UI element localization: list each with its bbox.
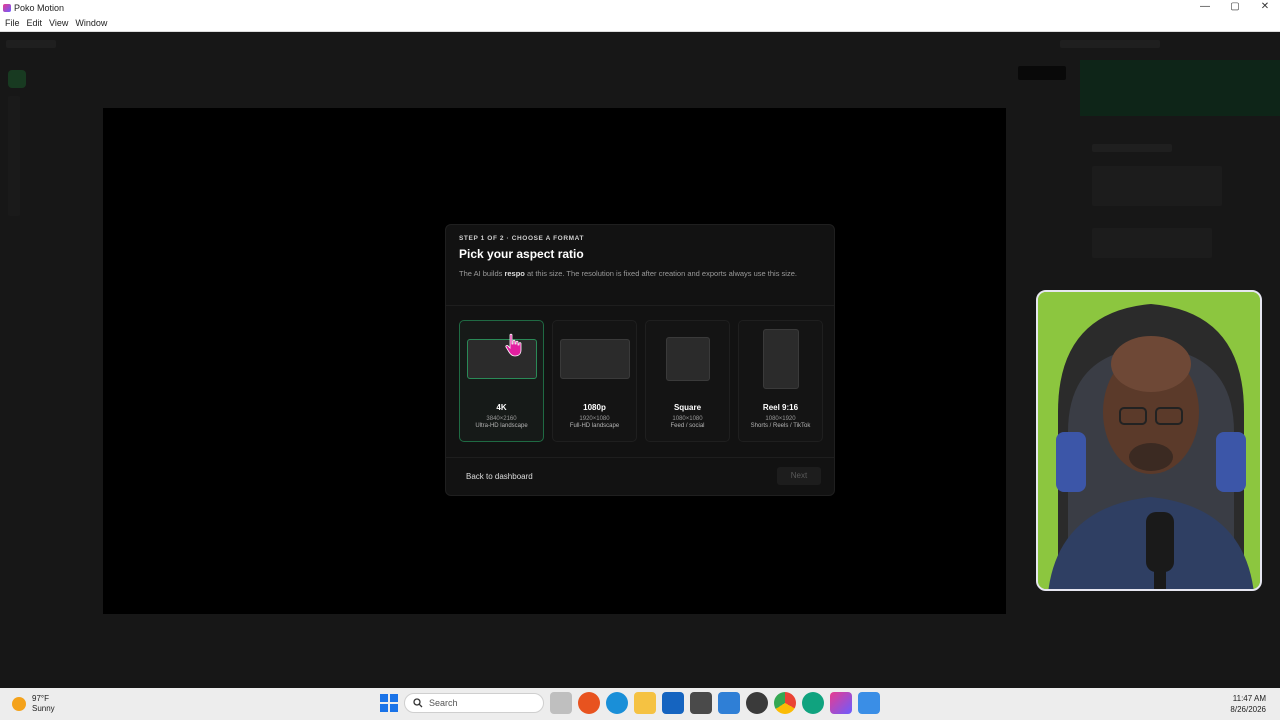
option-resolution: 3840×2160 (486, 416, 517, 422)
desc-bold: respo (504, 269, 525, 278)
search-placeholder: Search (429, 698, 458, 708)
option-subtitle: Ultra-HD landscape (475, 423, 528, 429)
edge-icon[interactable] (606, 692, 628, 714)
window-controls: — ▢ ✕ (1190, 0, 1280, 15)
option-resolution: 1920×1080 (579, 416, 610, 422)
next-button[interactable]: Next (777, 467, 821, 485)
maximize-button[interactable]: ▢ (1220, 0, 1250, 15)
option-name: 4K (496, 403, 507, 412)
option-name: 1080p (583, 403, 606, 412)
option-name: Reel 9:16 (762, 403, 799, 412)
title-bar: Poko Motion — ▢ ✕ (0, 0, 1280, 15)
webcam-overlay (1036, 290, 1262, 591)
taskbar-search-input[interactable]: Search (404, 693, 544, 713)
portrait-thumbnail (762, 329, 799, 389)
taskbar: 97°F Sunny Search 11:47 AM 8/26/2026 (0, 688, 1280, 720)
option-resolution: 1080×1920 (765, 416, 796, 422)
clock-time: 11:47 AM (1232, 694, 1266, 703)
taskbar-apps: Search (380, 692, 880, 714)
format-dialog: STEP 1 OF 2 · CHOOSE A FORMAT Pick your … (445, 224, 835, 496)
webcam-feed-image (1038, 292, 1260, 589)
landscape-thumbnail (559, 339, 630, 379)
system-clock[interactable]: 11:47 AM 8/26/2026 (1230, 693, 1266, 715)
notepad-icon[interactable] (858, 692, 880, 714)
option-subtitle: Full-HD landscape (569, 423, 620, 429)
option-subtitle: Shorts / Reels / TikTok (750, 423, 811, 429)
firefox-icon[interactable] (578, 692, 600, 714)
chrome-icon[interactable] (774, 692, 796, 714)
dell-icon[interactable] (746, 692, 768, 714)
file-explorer-icon[interactable] (634, 692, 656, 714)
dialog-title: Pick your aspect ratio (459, 247, 584, 261)
app-logo-icon (3, 3, 11, 12)
desc-text: at this size. The resolution is fixed af… (524, 269, 797, 278)
option-resolution: 1080×1080 (672, 416, 703, 422)
desc-text: The AI builds (459, 269, 505, 278)
weather-desc: Sunny (32, 704, 55, 713)
back-to-dashboard-button[interactable]: Back to dashboard (466, 472, 533, 481)
windows-start-icon[interactable] (380, 694, 398, 712)
dialog-footer: Back to dashboard Next (446, 467, 834, 487)
menu-view[interactable]: View (49, 18, 68, 28)
square-thumbnail (665, 337, 710, 381)
blue-app-icon[interactable] (718, 692, 740, 714)
divider (446, 457, 834, 458)
chatgpt-icon[interactable] (802, 692, 824, 714)
outlook-icon[interactable] (662, 692, 684, 714)
poko-motion-icon[interactable] (830, 692, 852, 714)
menu-file[interactable]: File (5, 18, 20, 28)
landscape-thumbnail (466, 339, 537, 379)
option-subtitle: Feed / social (670, 423, 705, 429)
weather-widget[interactable]: 97°F Sunny (12, 694, 55, 714)
divider (446, 305, 834, 306)
step-indicator: STEP 1 OF 2 · CHOOSE A FORMAT (459, 235, 585, 242)
format-option-square[interactable]: Square 1080×1080 Feed / social (645, 320, 730, 442)
search-icon (413, 698, 423, 708)
hand-cursor-icon (505, 333, 522, 357)
menu-bar: File Edit View Window (0, 15, 1280, 32)
close-button[interactable]: ✕ (1250, 0, 1280, 15)
format-option-4k[interactable]: 4K 3840×2160 Ultra-HD landscape (459, 320, 544, 442)
task-view-icon[interactable] (550, 692, 572, 714)
menu-window[interactable]: Window (75, 18, 107, 28)
minimize-button[interactable]: — (1190, 0, 1220, 15)
format-option-1080p[interactable]: 1080p 1920×1080 Full-HD landscape (552, 320, 637, 442)
menu-edit[interactable]: Edit (27, 18, 43, 28)
clock-date: 8/26/2026 (1230, 705, 1266, 714)
weather-temp: 97°F (32, 694, 49, 703)
store-icon[interactable] (690, 692, 712, 714)
sun-icon (12, 697, 26, 711)
dialog-description: The AI builds respo at this size. The re… (459, 267, 829, 280)
format-option-reel[interactable]: Reel 9:16 1080×1920 Shorts / Reels / Tik… (738, 320, 823, 442)
window-title: Poko Motion (14, 2, 65, 13)
option-name: Square (673, 403, 702, 412)
